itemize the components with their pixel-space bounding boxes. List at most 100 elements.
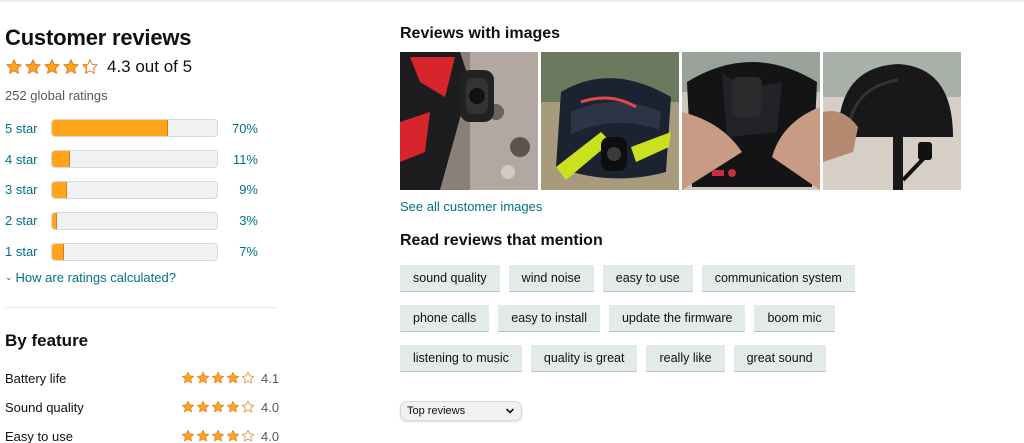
histogram-row-5[interactable]: 5 star 70% bbox=[5, 113, 280, 144]
mention-chips: sound quality wind noise easy to use com… bbox=[400, 265, 870, 372]
star-icon bbox=[196, 430, 210, 442]
histogram-fill bbox=[52, 181, 67, 198]
mention-chip[interactable]: phone calls bbox=[400, 305, 490, 332]
feature-name: Sound quality bbox=[5, 399, 84, 415]
helmet-photo-black bbox=[682, 52, 820, 190]
see-all-images-link[interactable]: See all customer images bbox=[400, 199, 980, 214]
histogram-row-2[interactable]: 2 star 3% bbox=[5, 205, 280, 236]
histogram-label[interactable]: 2 star bbox=[5, 213, 51, 228]
star-icon bbox=[44, 59, 60, 74]
histogram-label[interactable]: 4 star bbox=[5, 152, 51, 167]
histogram-percent[interactable]: 3% bbox=[218, 213, 258, 228]
mention-chip[interactable]: update the firmware bbox=[608, 305, 746, 332]
helmet-photo-yellow bbox=[541, 52, 679, 190]
histogram-row-3[interactable]: 3 star 9% bbox=[5, 175, 280, 206]
star-icon bbox=[6, 59, 22, 74]
by-feature-heading: By feature bbox=[5, 330, 89, 350]
feature-row[interactable]: Easy to use 4.0 bbox=[5, 422, 280, 443]
histogram-bar[interactable] bbox=[51, 119, 218, 138]
feature-rating: 4.0 bbox=[261, 428, 280, 443]
mention-chip[interactable]: really like bbox=[646, 345, 725, 372]
histogram-row-4[interactable]: 4 star 11% bbox=[5, 144, 280, 175]
mention-chip[interactable]: great sound bbox=[733, 345, 826, 372]
feature-name: Easy to use bbox=[5, 428, 73, 443]
global-ratings-count: 252 global ratings bbox=[5, 88, 108, 103]
histogram-fill bbox=[52, 243, 64, 260]
histogram-row-1[interactable]: 1 star 7% bbox=[5, 236, 280, 267]
star-icon bbox=[181, 372, 195, 384]
histogram-percent[interactable]: 11% bbox=[218, 152, 258, 167]
reviews-media-panel: Reviews with images See all customer ima… bbox=[400, 24, 980, 421]
histogram-bar[interactable] bbox=[51, 242, 218, 261]
review-image-strip bbox=[400, 52, 980, 190]
feature-name: Battery life bbox=[5, 370, 67, 386]
top-divider bbox=[0, 0, 1024, 2]
feature-stars bbox=[181, 429, 255, 443]
how-ratings-calculated-link[interactable]: ⌄ How are ratings calculated? bbox=[5, 270, 280, 285]
average-rating-stars bbox=[5, 58, 99, 76]
star-icon bbox=[196, 372, 210, 384]
histogram-bar[interactable] bbox=[51, 180, 218, 199]
how-ratings-calculated-text: How are ratings calculated? bbox=[15, 269, 176, 285]
star-icon bbox=[241, 401, 255, 413]
helmet-photo-matte bbox=[823, 52, 961, 190]
sort-reviews-dropdown[interactable]: Top reviews bbox=[400, 401, 522, 421]
customer-reviews-heading: Customer reviews bbox=[5, 25, 192, 50]
star-icon bbox=[226, 430, 240, 442]
mention-chip[interactable]: listening to music bbox=[400, 345, 522, 372]
histogram-bar[interactable] bbox=[51, 211, 218, 230]
star-icon bbox=[181, 430, 195, 442]
review-image-1[interactable] bbox=[400, 52, 538, 190]
average-rating-text: 4.3 out of 5 bbox=[107, 57, 193, 76]
rating-histogram: 5 star 70% 4 star 11% 3 star 9% 2 star 3… bbox=[5, 113, 280, 267]
histogram-percent[interactable]: 70% bbox=[218, 121, 258, 136]
star-icon bbox=[226, 372, 240, 384]
star-icon bbox=[196, 401, 210, 413]
average-rating[interactable]: 4.3 out of 5 bbox=[5, 55, 280, 79]
histogram-fill bbox=[52, 212, 57, 229]
mention-chip[interactable]: easy to use bbox=[602, 265, 693, 292]
feature-stars bbox=[181, 400, 255, 414]
mention-chip[interactable]: boom mic bbox=[754, 305, 835, 332]
feature-stars bbox=[181, 371, 255, 385]
helmet-photo-red bbox=[400, 52, 538, 190]
mention-chip[interactable]: communication system bbox=[701, 265, 855, 292]
star-icon bbox=[181, 401, 195, 413]
feature-row[interactable]: Battery life 4.1 bbox=[5, 364, 280, 393]
review-image-2[interactable] bbox=[541, 52, 679, 190]
mention-chip[interactable]: quality is great bbox=[530, 345, 638, 372]
chevron-down-icon bbox=[506, 408, 514, 414]
histogram-label[interactable]: 3 star bbox=[5, 182, 51, 197]
feature-rating: 4.0 bbox=[261, 399, 280, 415]
chevron-down-icon: ⌄ bbox=[5, 271, 13, 282]
star-icon bbox=[63, 59, 79, 74]
histogram-label[interactable]: 1 star bbox=[5, 244, 51, 259]
star-icon bbox=[211, 430, 225, 442]
feature-rating: 4.1 bbox=[261, 370, 280, 386]
mention-chip[interactable]: easy to install bbox=[498, 305, 600, 332]
star-icon bbox=[226, 401, 240, 413]
histogram-bar[interactable] bbox=[51, 150, 218, 169]
star-icon bbox=[211, 401, 225, 413]
reviews-with-images-heading: Reviews with images bbox=[400, 25, 561, 42]
star-icon bbox=[241, 372, 255, 384]
section-divider bbox=[5, 306, 276, 308]
feature-list: Battery life 4.1 Sound quality 4.0 Easy … bbox=[5, 364, 280, 443]
review-image-3[interactable] bbox=[682, 52, 820, 190]
star-icon bbox=[241, 430, 255, 442]
histogram-fill bbox=[52, 151, 71, 168]
ratings-summary: Customer reviews 4.3 out of 5 252 global… bbox=[5, 24, 280, 443]
feature-row[interactable]: Sound quality 4.0 bbox=[5, 393, 280, 422]
star-icon bbox=[211, 372, 225, 384]
mention-chip[interactable]: wind noise bbox=[508, 265, 594, 292]
histogram-percent[interactable]: 7% bbox=[218, 244, 258, 259]
histogram-percent[interactable]: 9% bbox=[218, 182, 258, 197]
star-icon bbox=[25, 59, 41, 74]
sort-selected-value: Top reviews bbox=[407, 405, 466, 417]
review-image-4[interactable] bbox=[823, 52, 961, 190]
histogram-fill bbox=[52, 120, 168, 137]
star-icon bbox=[82, 59, 98, 74]
read-reviews-mention-heading: Read reviews that mention bbox=[400, 232, 603, 249]
histogram-label[interactable]: 5 star bbox=[5, 121, 51, 136]
mention-chip[interactable]: sound quality bbox=[400, 265, 500, 292]
